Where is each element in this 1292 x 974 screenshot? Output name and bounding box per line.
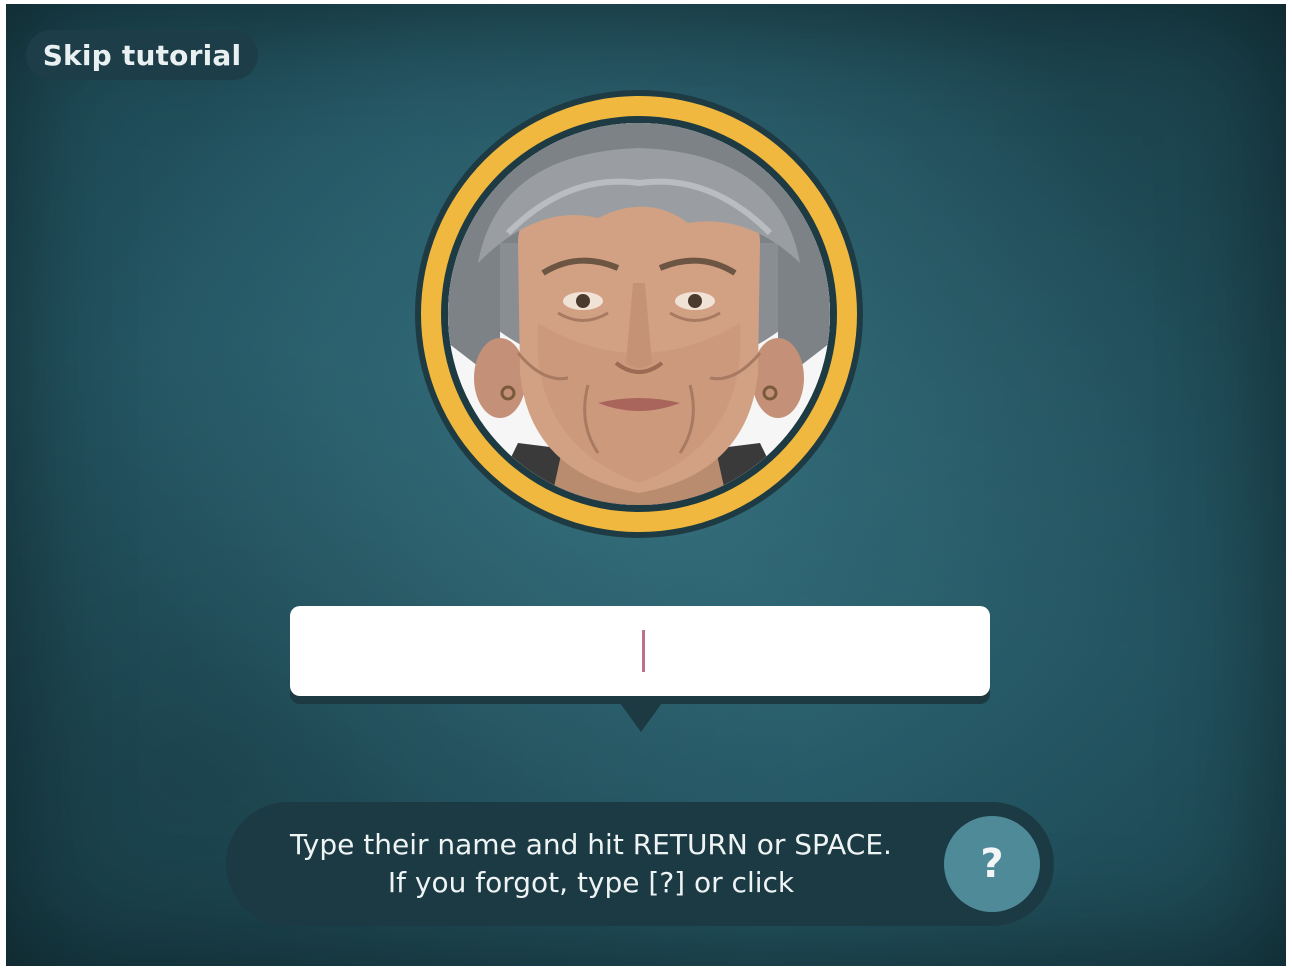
skip-tutorial-label: Skip tutorial — [42, 38, 242, 72]
hint-line-1: Type their name and hit RETURN or SPACE. — [290, 828, 892, 861]
face-portrait — [448, 123, 830, 505]
question-mark-icon: ? — [980, 841, 1004, 887]
skip-tutorial-button[interactable]: Skip tutorial — [26, 30, 258, 80]
face-photo — [448, 123, 830, 505]
name-input[interactable] — [290, 606, 990, 696]
name-input-container — [290, 606, 990, 696]
hint-line-2: If you forgot, type [?] or click — [387, 866, 795, 899]
hint-text: Type their name and hit RETURN or SPACE.… — [246, 826, 936, 902]
speech-tail — [615, 696, 667, 732]
text-caret — [642, 630, 645, 672]
help-button[interactable]: ? — [944, 816, 1040, 912]
